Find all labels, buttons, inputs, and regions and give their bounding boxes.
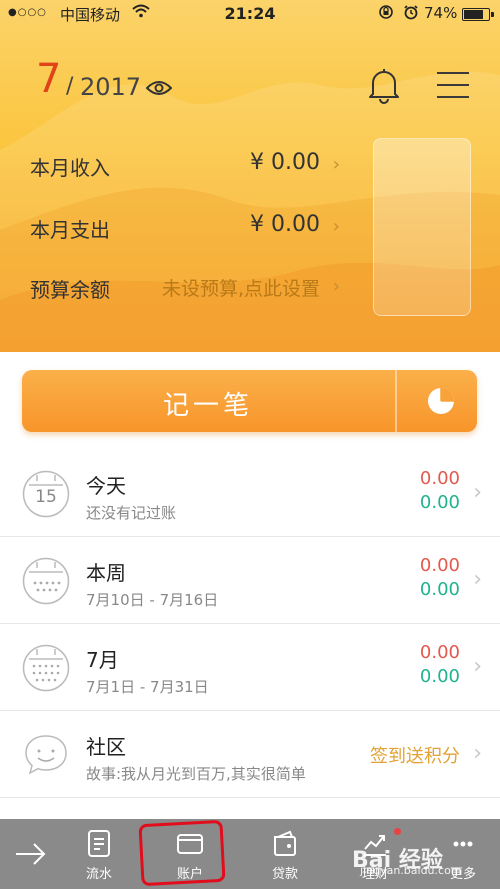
monthly-income-row[interactable]: 本月收入 ¥ 0.00 › <box>30 144 342 184</box>
loan-icon <box>274 830 296 856</box>
eye-icon[interactable] <box>146 78 172 98</box>
month-expense-amount: 0.00 <box>419 642 460 663</box>
budget-label: 预算余额 <box>30 278 110 302</box>
week-subtitle: 7月10日 - 7月16日 <box>86 591 219 609</box>
header-panel: ●○○○ 中国移动 21:24 74% 7 / 2017 本月收入 ¥ 0.00… <box>0 0 500 352</box>
today-title: 今天 <box>86 474 126 498</box>
community-subtitle: 故事:我从月光到百万,其实很简单 <box>86 765 306 783</box>
bell-icon[interactable] <box>367 66 401 104</box>
menu-icon[interactable] <box>437 72 469 98</box>
record-entry-label: 记一笔 <box>162 391 253 421</box>
chevron-right-icon: › <box>473 480 482 505</box>
arrow-right-icon[interactable] <box>14 839 48 869</box>
week-title: 本周 <box>86 561 126 585</box>
week-expense-amount: 0.00 <box>419 555 460 576</box>
expense-value: ¥ 0.00 <box>250 212 320 237</box>
chevron-right-icon: › <box>473 741 482 766</box>
expense-label: 本月支出 <box>30 218 110 242</box>
alarm-icon <box>403 4 419 24</box>
tab-loans-label: 贷款 <box>271 867 298 882</box>
chat-bubble-icon <box>25 735 67 775</box>
current-month[interactable]: 7 <box>36 56 61 102</box>
budget-hint: 未设预算,点此设置 <box>161 278 320 300</box>
tab-loans[interactable]: 贷款 <box>250 819 320 889</box>
button-divider <box>395 370 397 432</box>
red-annotation-box <box>138 819 226 887</box>
chevron-right-icon: › <box>332 276 340 297</box>
watermark-url: jingyan.baidu.com <box>360 864 462 877</box>
pie-chart-icon[interactable] <box>426 386 456 416</box>
income-label: 本月收入 <box>30 156 110 180</box>
income-value: ¥ 0.00 <box>250 150 320 175</box>
list-item-week[interactable]: 本周 7月10日 - 7月16日 0.00 0.00 › <box>0 537 500 624</box>
battery-percent: 74% <box>424 4 458 22</box>
ledger-icon <box>88 830 110 857</box>
monthly-expense-row[interactable]: 本月支出 ¥ 0.00 › <box>30 206 342 246</box>
list-item-today[interactable]: 15 今天 还没有记过账 0.00 0.00 › <box>0 450 500 537</box>
status-bar: ●○○○ 中国移动 21:24 74% <box>0 0 500 28</box>
calendar-day-number: 15 <box>35 487 57 507</box>
chevron-right-icon: › <box>473 654 482 679</box>
community-title: 社区 <box>86 735 126 759</box>
more-icon <box>453 841 473 847</box>
budget-card-preview[interactable] <box>373 138 471 316</box>
signin-points-link[interactable]: 签到送积分 <box>370 742 460 768</box>
month-income-amount: 0.00 <box>419 666 460 687</box>
record-entry-button[interactable]: 记一笔 <box>22 370 477 432</box>
month-subtitle: 7月1日 - 7月31日 <box>86 678 209 696</box>
calendar-month-icon <box>22 644 70 692</box>
tab-ledger-label: 流水 <box>85 867 112 882</box>
today-subtitle: 还没有记过账 <box>86 504 177 522</box>
chevron-right-icon: › <box>332 216 340 237</box>
week-income-amount: 0.00 <box>419 579 460 600</box>
chevron-right-icon: › <box>332 154 340 175</box>
today-expense-amount: 0.00 <box>419 468 460 489</box>
date-separator: / <box>66 74 74 99</box>
budget-balance-row[interactable]: 预算余额 未设预算,点此设置 › <box>30 266 342 306</box>
current-year[interactable]: 2017 <box>80 73 141 101</box>
notification-badge <box>394 828 401 835</box>
list-item-month[interactable]: 7月 7月1日 - 7月31日 0.00 0.00 › <box>0 624 500 711</box>
chevron-right-icon: › <box>473 567 482 592</box>
today-income-amount: 0.00 <box>419 492 460 513</box>
list-item-community[interactable]: 社区 故事:我从月光到百万,其实很简单 签到送积分 › <box>0 711 500 798</box>
battery-icon <box>462 8 494 21</box>
month-title: 7月 <box>86 648 119 672</box>
calendar-week-icon <box>22 557 70 605</box>
tab-ledger[interactable]: 流水 <box>64 819 134 889</box>
rotation-lock-icon <box>378 4 394 24</box>
